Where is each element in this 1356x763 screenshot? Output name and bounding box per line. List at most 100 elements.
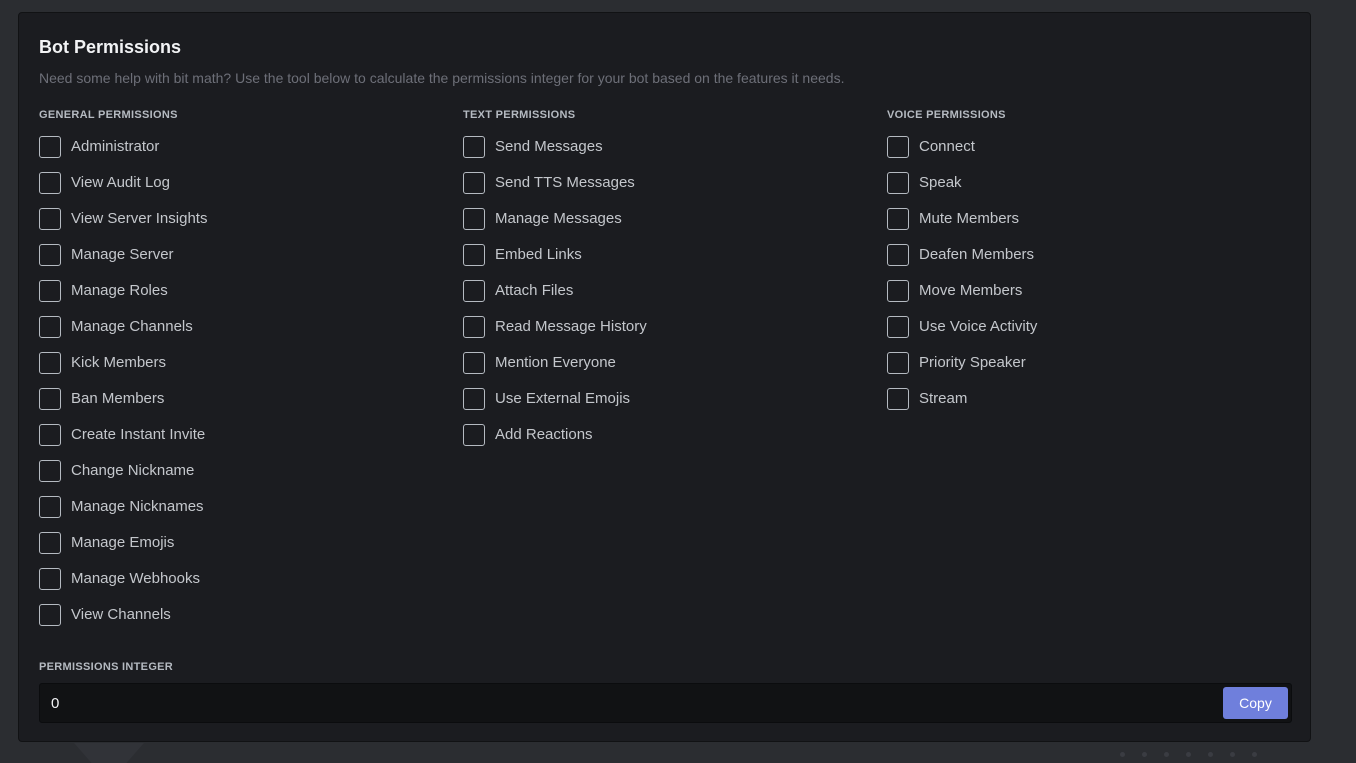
voice-permissions-header: VOICE PERMISSIONS (887, 109, 1006, 121)
attach-files-checkbox[interactable] (463, 280, 485, 302)
permission-view-audit-log[interactable]: View Audit Log (39, 171, 207, 195)
mention-everyone-checkbox[interactable] (463, 352, 485, 374)
permissions-integer-value: 0 (51, 695, 60, 712)
background-decoration (74, 743, 144, 763)
permission-view-server-insights[interactable]: View Server Insights (39, 207, 207, 231)
background-dot (1120, 752, 1125, 757)
permission-mute-members[interactable]: Mute Members (887, 207, 1037, 231)
create-instant-invite-checkbox[interactable] (39, 424, 61, 446)
mention-everyone-label: Mention Everyone (495, 354, 616, 371)
permission-add-reactions[interactable]: Add Reactions (463, 423, 647, 447)
manage-roles-label: Manage Roles (71, 282, 168, 299)
mute-members-label: Mute Members (919, 210, 1020, 227)
priority-speaker-label: Priority Speaker (919, 354, 1026, 371)
permission-speak[interactable]: Speak (887, 171, 1037, 195)
background-dot (1186, 752, 1191, 757)
manage-server-checkbox[interactable] (39, 244, 61, 266)
permission-embed-links[interactable]: Embed Links (463, 243, 647, 267)
text-permissions-column: TEXT PERMISSIONS Send Messages Send TTS M… (463, 108, 647, 459)
embed-links-label: Embed Links (495, 246, 582, 263)
permission-manage-messages[interactable]: Manage Messages (463, 207, 647, 231)
read-message-history-label: Read Message History (495, 318, 647, 335)
manage-messages-label: Manage Messages (495, 210, 622, 227)
permission-stream[interactable]: Stream (887, 387, 1037, 411)
view-server-insights-label: View Server Insights (71, 210, 208, 227)
general-permissions-list: Administrator View Audit Log View Server I… (39, 135, 207, 627)
move-members-checkbox[interactable] (887, 280, 909, 302)
add-reactions-label: Add Reactions (495, 426, 593, 443)
connect-checkbox[interactable] (887, 136, 909, 158)
connect-label: Connect (919, 138, 975, 155)
permissions-integer-field[interactable]: 0 Copy (39, 683, 1292, 723)
use-voice-activity-checkbox[interactable] (887, 316, 909, 338)
view-audit-log-checkbox[interactable] (39, 172, 61, 194)
manage-nicknames-checkbox[interactable] (39, 496, 61, 518)
text-permissions-list: Send Messages Send TTS Messages Manage Mes… (463, 135, 647, 447)
background-dots (1120, 752, 1274, 757)
permission-administrator[interactable]: Administrator (39, 135, 207, 159)
speak-checkbox[interactable] (887, 172, 909, 194)
administrator-checkbox[interactable] (39, 136, 61, 158)
permission-mention-everyone[interactable]: Mention Everyone (463, 351, 647, 375)
use-external-emojis-checkbox[interactable] (463, 388, 485, 410)
background-dot (1208, 752, 1213, 757)
permission-attach-files[interactable]: Attach Files (463, 279, 647, 303)
use-external-emojis-label: Use External Emojis (495, 390, 631, 407)
kick-members-checkbox[interactable] (39, 352, 61, 374)
permission-manage-roles[interactable]: Manage Roles (39, 279, 207, 303)
deafen-members-checkbox[interactable] (887, 244, 909, 266)
permission-send-messages[interactable]: Send Messages (463, 135, 647, 159)
manage-messages-checkbox[interactable] (463, 208, 485, 230)
add-reactions-checkbox[interactable] (463, 424, 485, 446)
view-channels-label: View Channels (71, 606, 171, 623)
permission-connect[interactable]: Connect (887, 135, 1037, 159)
view-audit-log-label: View Audit Log (71, 174, 170, 191)
view-channels-checkbox[interactable] (39, 604, 61, 626)
permission-manage-nicknames[interactable]: Manage Nicknames (39, 495, 207, 519)
send-tts-messages-checkbox[interactable] (463, 172, 485, 194)
manage-channels-label: Manage Channels (71, 318, 193, 335)
permission-ban-members[interactable]: Ban Members (39, 387, 207, 411)
attach-files-label: Attach Files (495, 282, 574, 299)
permission-view-channels[interactable]: View Channels (39, 603, 207, 627)
manage-roles-checkbox[interactable] (39, 280, 61, 302)
bot-permissions-panel: Bot Permissions Need some help with bit … (18, 12, 1311, 742)
view-server-insights-checkbox[interactable] (39, 208, 61, 230)
permission-send-tts-messages[interactable]: Send TTS Messages (463, 171, 647, 195)
manage-emojis-checkbox[interactable] (39, 532, 61, 554)
permission-move-members[interactable]: Move Members (887, 279, 1037, 303)
manage-channels-checkbox[interactable] (39, 316, 61, 338)
stream-checkbox[interactable] (887, 388, 909, 410)
send-messages-checkbox[interactable] (463, 136, 485, 158)
permission-deafen-members[interactable]: Deafen Members (887, 243, 1037, 267)
manage-nicknames-label: Manage Nicknames (71, 498, 204, 515)
permission-kick-members[interactable]: Kick Members (39, 351, 207, 375)
manage-webhooks-label: Manage Webhooks (71, 570, 200, 587)
ban-members-checkbox[interactable] (39, 388, 61, 410)
administrator-label: Administrator (71, 138, 160, 155)
permission-manage-webhooks[interactable]: Manage Webhooks (39, 567, 207, 591)
read-message-history-checkbox[interactable] (463, 316, 485, 338)
change-nickname-label: Change Nickname (71, 462, 195, 479)
priority-speaker-checkbox[interactable] (887, 352, 909, 374)
copy-button[interactable]: Copy (1223, 687, 1288, 719)
permission-change-nickname[interactable]: Change Nickname (39, 459, 207, 483)
permission-create-instant-invite[interactable]: Create Instant Invite (39, 423, 207, 447)
permission-priority-speaker[interactable]: Priority Speaker (887, 351, 1037, 375)
send-tts-messages-label: Send TTS Messages (495, 174, 635, 191)
permission-use-voice-activity[interactable]: Use Voice Activity (887, 315, 1037, 339)
embed-links-checkbox[interactable] (463, 244, 485, 266)
change-nickname-checkbox[interactable] (39, 460, 61, 482)
permission-manage-emojis[interactable]: Manage Emojis (39, 531, 207, 555)
permission-manage-channels[interactable]: Manage Channels (39, 315, 207, 339)
panel-title: Bot Permissions (39, 37, 182, 57)
text-permissions-header: TEXT PERMISSIONS (463, 109, 576, 121)
deafen-members-label: Deafen Members (919, 246, 1035, 263)
permission-use-external-emojis[interactable]: Use External Emojis (463, 387, 647, 411)
general-permissions-header: GENERAL PERMISSIONS (39, 109, 178, 121)
mute-members-checkbox[interactable] (887, 208, 909, 230)
permission-read-message-history[interactable]: Read Message History (463, 315, 647, 339)
manage-webhooks-checkbox[interactable] (39, 568, 61, 590)
permission-manage-server[interactable]: Manage Server (39, 243, 207, 267)
voice-permissions-list: Connect Speak Mute Members Deafen Members Mo… (887, 135, 1037, 411)
